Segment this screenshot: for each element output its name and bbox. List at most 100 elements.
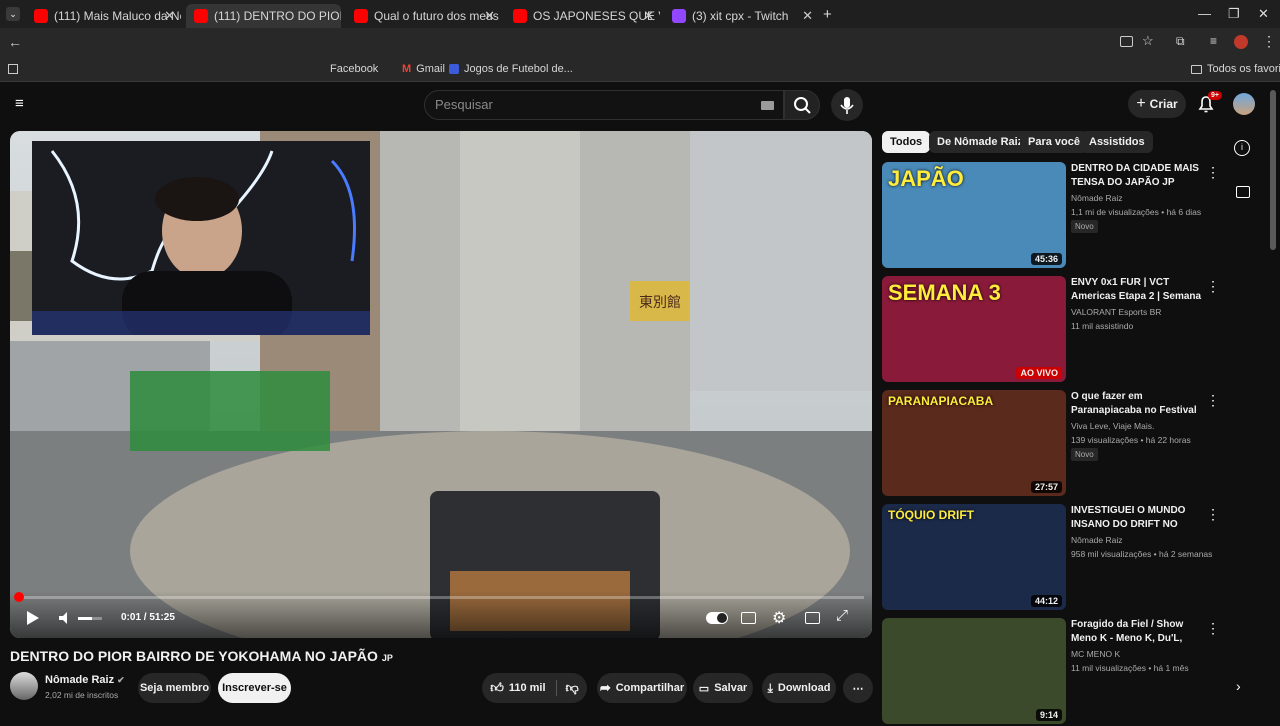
all-bookmarks[interactable]: Todos os favoritos [1191,63,1280,75]
rec-thumbnail[interactable]: SEMANA 3 AO VIVO [882,276,1066,382]
shop-sign-text: 東別館 [639,294,681,311]
rec-item[interactable]: PARANAPIACABA 27:57 O que fazer em Paranap… [882,390,1222,498]
theater-mode-icon[interactable] [805,612,820,624]
save-button[interactable]: ▭ Salvar [693,673,753,703]
autoplay-toggle[interactable] [706,612,728,624]
keyboard-icon[interactable] [761,101,774,110]
close-icon[interactable]: ✕ [643,8,654,24]
settings-icon[interactable]: ⚙ [772,608,786,628]
dislike-button[interactable]: 👎︎ [562,680,579,696]
star-icon[interactable]: ☆ [1142,33,1154,49]
tab-3[interactable]: Qual o futuro dos meus GTRs? ✕ [346,4,501,28]
search-box[interactable] [424,90,784,120]
rec-thumbnail[interactable]: 9:14 [882,618,1066,724]
close-icon[interactable]: ✕ [484,8,495,24]
rec-item[interactable]: JAPÃO 45:36 DENTRO DA CIDADE MAIS TENSA DO… [882,162,1222,270]
chat-icon[interactable] [1236,186,1250,198]
menu-icon[interactable]: ⋮ [1262,33,1276,50]
create-label: Criar [1149,97,1178,111]
profile-avatar[interactable] [1234,35,1248,49]
rec-title[interactable]: DENTRO DA CIDADE MAIS TENSA DO JAPÃO JP [1071,162,1203,190]
account-avatar[interactable] [1233,93,1255,115]
rec-item[interactable]: 9:14 Foragido da Fiel / Show Meno K - Men… [882,618,1222,726]
more-icon[interactable]: ⋮ [1206,620,1220,637]
notifications-button[interactable]: 9+ [1196,91,1222,119]
tab-5[interactable]: (3) xit cpx - Twitch ✕ [664,4,819,28]
progress-scrubber[interactable] [14,592,24,602]
video-title: DENTRO DO PIOR BAIRRO DE YOKOHAMA NO JAP… [10,648,393,664]
rec-channel[interactable]: MC MENO K [1071,649,1120,659]
new-tab-button[interactable]: + [823,6,832,23]
tab-active[interactable]: (111) DENTRO DO PIOR BA... [186,4,341,28]
rec-channel[interactable]: Nômade Raiz [1071,535,1123,545]
rec-title[interactable]: INVESTIGUEI O MUNDO INSANO DO DRIFT NO J… [1071,504,1203,532]
channel-name[interactable]: Nômade Raiz ✔ [45,674,125,686]
tab-4[interactable]: OS JAPONESES QUE VIVEM E M... ✕ [505,4,660,28]
tab-label: (3) xit cpx - Twitch [692,9,789,23]
share-button[interactable]: ➦ Compartilhar [597,673,687,703]
voice-search-button[interactable] [831,89,863,121]
cast-icon[interactable] [1120,36,1133,47]
scrollbar[interactable] [1270,90,1276,250]
subtitles-icon[interactable] [741,612,756,624]
close-window-icon[interactable]: ✕ [1258,6,1269,22]
maximize-icon[interactable]: ❐ [1228,6,1240,22]
rec-item[interactable]: TÓQUIO DRIFT 44:12 INVESTIGUEI O MUNDO INS… [882,504,1222,612]
bookmark-jogos[interactable]: Jogos de Futebol de... [449,63,573,75]
close-icon[interactable]: ✕ [164,8,175,24]
chip-for-you[interactable]: Para você [1020,131,1088,153]
info-icon[interactable]: i [1234,140,1250,156]
bookmark-facebook[interactable]: Facebook [330,63,378,75]
rec-item[interactable]: SEMANA 3 AO VIVO ENVY 0x1 FUR | VCT Americ… [882,276,1222,384]
more-icon[interactable]: ⋮ [1206,164,1220,181]
rec-title[interactable]: O que fazer em Paranapiacaba no Festival… [1071,390,1203,418]
video-player[interactable]: 東別館 0:01 / 51:25 ⚙ ⤢ [10,131,872,638]
back-icon[interactable]: ← [8,34,22,50]
rec-channel[interactable]: VALORANT Esports BR [1071,307,1161,317]
bookmark-label: Jogos de Futebol de... [464,63,573,75]
like-button[interactable]: 👍︎ 110 mil [490,680,557,696]
more-icon[interactable]: ⋮ [1206,506,1220,523]
rec-title[interactable]: Foragido da Fiel / Show Meno K - Meno K,… [1071,618,1203,646]
download-button[interactable]: ⤓ Download [762,673,836,703]
channel-avatar[interactable] [10,672,38,700]
rec-channel[interactable]: Viva Leve, Viaje Mais. [1071,421,1154,431]
rec-thumbnail[interactable]: TÓQUIO DRIFT 44:12 [882,504,1066,610]
minimize-icon[interactable]: — [1198,6,1211,21]
chevron-right-icon[interactable]: › [1236,678,1241,694]
live-badge: AO VIVO [1016,367,1062,379]
progress-bar[interactable] [14,592,864,602]
youtube-icon [194,9,208,23]
search-button[interactable] [784,90,820,120]
chip-channel[interactable]: De Nômade Raiz [929,131,1032,153]
close-icon[interactable]: ✕ [802,8,813,24]
play-icon [27,611,39,625]
volume-slider[interactable] [78,617,102,620]
more-actions-button[interactable]: ⋯ [843,673,873,703]
media-icon[interactable]: ≡ [1210,34,1217,48]
apps-icon[interactable] [8,64,18,74]
thumbnail-text: JAPÃO [888,166,964,191]
more-icon[interactable]: ⋮ [1206,392,1220,409]
hamburger-icon[interactable]: ≡ [15,95,24,112]
more-icon[interactable]: ⋮ [1206,278,1220,295]
extensions-icon[interactable]: ⧉ [1176,34,1185,49]
tab-1[interactable]: (111) Mais Maluco da Noite... ✕ [26,4,181,28]
rec-thumbnail[interactable]: PARANAPIACABA 27:57 [882,390,1066,496]
chip-todos[interactable]: Todos [882,131,931,153]
subscribe-button[interactable]: Inscrever-se [218,673,291,703]
bookmark-gmail[interactable]: M Gmail [402,63,445,75]
chip-watched[interactable]: Assistidos [1081,131,1153,153]
rec-channel[interactable]: Nômade Raiz [1071,193,1123,203]
bookmarks-bar: Facebook M Gmail Jogos de Futebol de... … [0,58,1280,82]
fullscreen-icon[interactable]: ⤢ [836,607,848,624]
search-input[interactable] [435,97,735,112]
rec-thumbnail[interactable]: JAPÃO 45:36 [882,162,1066,268]
join-button[interactable]: Seja membro [138,673,211,703]
mute-button[interactable] [58,611,72,630]
create-button[interactable]: + Criar [1128,90,1186,118]
play-button[interactable] [26,610,40,631]
share-icon: ➦ [599,680,611,695]
tab-search-icon[interactable]: ⌄ [6,7,20,21]
rec-title[interactable]: ENVY 0x1 FUR | VCT Americas Etapa 2 | Se… [1071,276,1203,304]
